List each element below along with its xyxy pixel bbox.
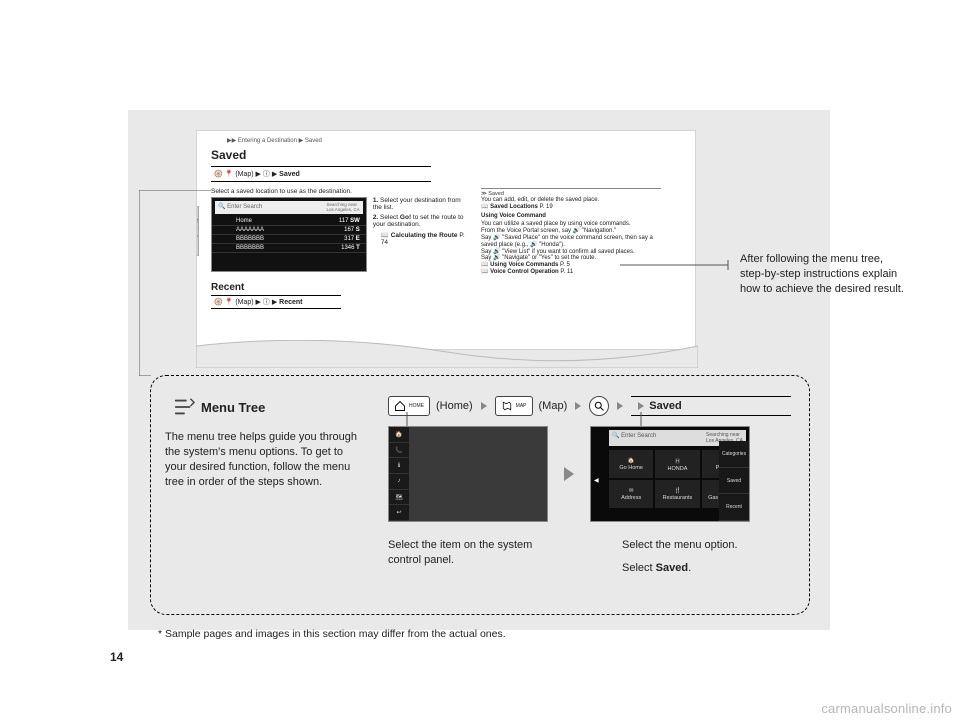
bc3p: (Map) ▶ ⓘ ▶ [235,299,279,306]
home-icon [394,400,406,412]
sample-screenshot-list: 🔍 Enter SearchSearching near Los Angeles… [211,197,367,272]
chevron-right-icon [564,467,574,481]
saved-breadcrumb-pill: Saved [631,396,791,416]
ir3p: P. 11 [559,269,573,275]
caption-control-panel: Select the item on the system control pa… [388,538,548,576]
cmd: . [688,562,691,574]
menu-tree-path: HOME (Home) MAP (Map) Saved [388,392,808,420]
sample-steps: 1. Select your destination from the list… [373,197,471,272]
sample-instruction: Select a saved location to use as the de… [211,188,471,195]
s2a: 2. [373,214,380,221]
callout-line-1 [620,258,740,260]
sample-breadcrumb-3: 🛞 📍 (Map) ▶ ⓘ ▶ Recent [211,295,341,309]
screenshot-control-panel: 🏠 📞 ℹ ♪ 🗺 ↩ [388,426,548,522]
cmb: Select [622,562,656,574]
chevron-right-icon [481,402,487,410]
map-button-pill: MAP [495,396,533,416]
sample-breadcrumb: ▶▶ Entering a Destination ▶ Saved [197,131,695,144]
sample-heading-recent: Recent [197,276,695,295]
il1r: Saved Locations [490,204,538,210]
r0r: SW [350,218,360,224]
srch-ph: Enter Search [227,204,262,210]
r2d: 317 [344,236,354,242]
side-categories: Categories [719,441,749,468]
r3d: 1346 [341,245,354,251]
sample-breadcrumb-2: 🛞 📍 (Map) ▶ ⓘ ▶ Saved [211,166,431,182]
home-button-pill: HOME [388,396,430,416]
panel-info-icon: ℹ [389,458,409,474]
chevron-right-icon [575,402,581,410]
srch-hint: Searching near Los Angeles, CA [327,203,360,212]
panel-back-icon: ↩ [389,505,409,521]
callout-text: After following the menu tree, step-by-s… [740,252,910,297]
s2c: Go! [400,214,411,221]
menu-tree-icon [173,396,195,418]
caption-menu-option: Select the menu option. Select Saved. [622,538,782,576]
sample-manual-page: Navigation ▶▶ Entering a Destination ▶ S… [196,130,696,350]
il2a: You can utilize a saved place by using v… [481,221,661,228]
panel-home-icon: 🏠 [389,427,409,443]
r1n: AAAAAAA [236,227,264,233]
s1a: 1. [373,197,380,204]
panel-audio-icon: ♪ [389,474,409,490]
r2n: BBBBBBB [236,236,264,242]
s2b: Select [380,214,400,221]
callout-line-2 [139,190,211,376]
r0n: Home [236,218,252,224]
ir2p: P. 5 [558,262,570,268]
map-label: (Map) [539,400,568,412]
s2r: Calculating the Route [391,232,458,239]
bc2-bold: Saved [279,171,300,178]
tile-go-home: 🏠Go Home [609,450,653,478]
r3n: BBBBBBB [236,245,264,251]
ir3: Voice Control Operation [490,269,559,275]
tile-restaurants: 🍴Restaurants [655,480,699,508]
menu-tree-title: Menu Tree [201,400,265,415]
ih2: Using Voice Command [481,213,661,220]
map-icon [501,400,513,412]
search-pill [589,396,609,416]
il1p: P. 19 [538,204,553,210]
page: Navigation ▶▶ Entering a Destination ▶ S… [0,0,960,722]
home-label: (Home) [436,400,473,412]
chevron-right-icon [617,402,623,410]
footnote: * Sample pages and images in this sectio… [158,628,506,640]
s1b: Select your destination from the list. [373,197,461,211]
panel-phone-icon: 📞 [389,443,409,459]
search-icon [593,400,605,412]
r3r: T [356,245,360,251]
tile-address: ✉Address [609,480,653,508]
r2r: E [356,236,360,242]
screenshot-captions: Select the item on the system control pa… [388,538,782,576]
sample-left-col: Select a saved location to use as the de… [211,188,471,276]
r0d: 117 [339,218,349,224]
ir2: Using Voice Commands [490,262,558,268]
panel-map-icon: 🗺 [389,490,409,506]
side-saved: Saved [719,468,749,495]
back-arrow-icon: ◀ [594,477,604,487]
side-recent: Recent [719,494,749,521]
menu-tree-paragraph: The menu tree helps guide you through th… [151,422,361,489]
cmc: Saved [656,562,688,574]
cma: Select the menu option. [622,538,782,553]
screenshots-row: 🏠 📞 ℹ ♪ 🗺 ↩ 🔍 Enter SearchSearching near… [388,426,750,522]
sb-ph: Enter Search [621,433,656,439]
chevron-right-icon [638,402,644,410]
watermark: carmanualsonline.info [821,701,952,716]
il2c: Say 🔊 "Saved Place" on the voice command… [481,235,661,249]
screenshot-menu-options: 🔍 Enter SearchSearching near Los Angeles… [590,426,750,522]
sample-heading-saved: Saved [197,144,695,164]
il2b: From the Voice Portal screen, say 🔊 "Nav… [481,228,661,235]
r1r: S [356,227,360,233]
ih1: Saved [488,191,504,197]
page-number: 14 [110,650,123,664]
bc3b: Recent [279,299,302,306]
saved-label: Saved [649,400,681,412]
r1d: 167 [344,227,354,233]
bc2-prefix: (Map) ▶ ⓘ ▶ [235,171,279,178]
tile-honda: ⒽHONDA [655,450,699,478]
